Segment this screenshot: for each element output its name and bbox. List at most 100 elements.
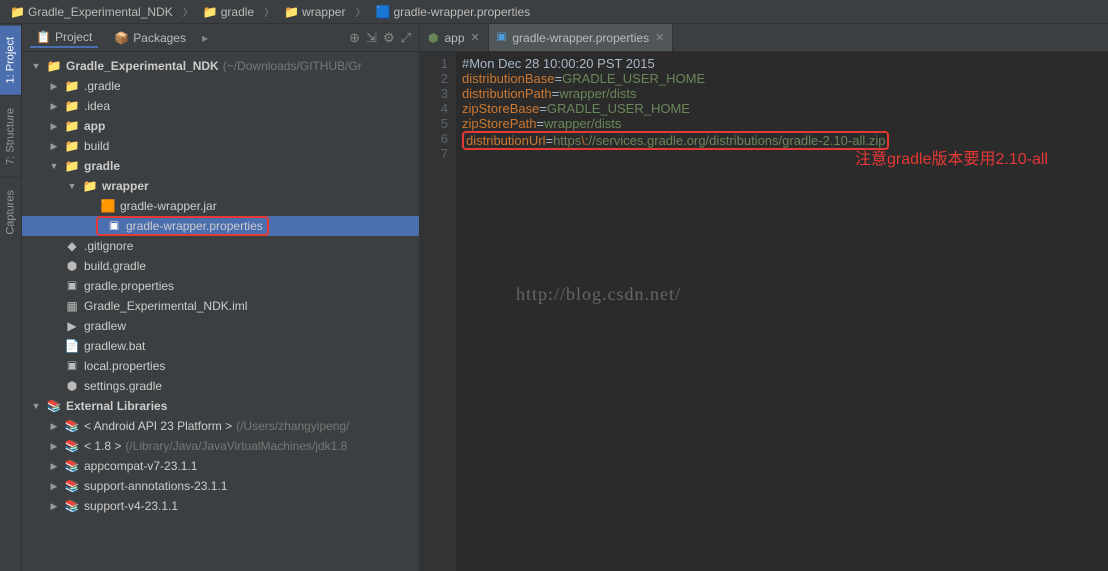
breadcrumb-item-gradle[interactable]: 📁 gradle — [197, 3, 260, 21]
tree-node[interactable]: 🟧gradle-wrapper.jar — [22, 196, 419, 216]
tree-node[interactable]: ⬢build.gradle — [22, 256, 419, 276]
tree-label: External Libraries — [66, 399, 167, 413]
tree-node[interactable]: 🞕gradle-wrapper.properties — [22, 216, 419, 236]
code-line[interactable]: distributionPath=wrapper/dists — [462, 86, 1102, 101]
folder-icon: 📁 — [64, 98, 80, 114]
tree-node[interactable]: ▶📚support-annotations-23.1.1 — [22, 476, 419, 496]
tree-node[interactable]: ▦Gradle_Experimental_NDK.iml — [22, 296, 419, 316]
expand-arrow-icon[interactable]: ▼ — [66, 181, 78, 191]
panel-tab-project[interactable]: 📋 Project — [30, 28, 98, 48]
tree-node[interactable]: ▶📚< Android API 23 Platform >(/Users/zha… — [22, 416, 419, 436]
tree-label: build.gradle — [84, 259, 146, 273]
tree-label: appcompat-v7-23.1.1 — [84, 459, 197, 473]
tree-node[interactable]: ▶📁app — [22, 116, 419, 136]
expand-arrow-icon[interactable]: ▶ — [48, 441, 60, 452]
panel-tab-packages[interactable]: 📦 Packages — [108, 29, 192, 47]
tree-node[interactable]: 🞕local.properties — [22, 356, 419, 376]
tab-structure[interactable]: 7: Structure — [0, 95, 21, 177]
tab-captures[interactable]: Captures — [0, 177, 21, 247]
expand-arrow-icon[interactable]: ▶ — [48, 461, 60, 472]
tree-label: wrapper — [102, 179, 149, 193]
tree-node[interactable]: ▶📚< 1.8 >(/Library/Java/JavaVirtualMachi… — [22, 436, 419, 456]
folder-icon: 📁 — [64, 158, 80, 174]
tree-label: gradlew.bat — [84, 339, 145, 353]
tree-label: settings.gradle — [84, 379, 162, 393]
tree-node[interactable]: 🞕gradle.properties — [22, 276, 419, 296]
collapse-icon[interactable]: ⇲ — [366, 30, 377, 46]
annotation-text: 注意gradle版本要用2.10-all — [855, 152, 1048, 167]
lib-icon: 📚 — [64, 478, 80, 494]
tree-label: gradle — [84, 159, 120, 173]
expand-arrow-icon[interactable]: ▼ — [30, 401, 42, 411]
tree-label: local.properties — [84, 359, 165, 373]
breadcrumb-item-wrapper[interactable]: 📁 wrapper — [278, 3, 351, 21]
tool-window-bar: 1: Project 7: Structure Captures — [0, 24, 22, 571]
tree-label: .gradle — [84, 79, 121, 93]
expand-arrow-icon[interactable]: ▶ — [48, 501, 60, 512]
close-icon[interactable]: ✕ — [471, 31, 480, 44]
panel-header: 📋 Project 📦 Packages ▸ ⊕ ⇲ ⚙ ⤢ — [22, 24, 419, 52]
editor-tab-wrapper-props[interactable]: 🞕 gradle-wrapper.properties ✕ — [489, 24, 674, 51]
hide-icon[interactable]: ⤢ — [401, 30, 411, 46]
gear-icon[interactable]: ⚙ — [383, 30, 395, 46]
tree-node[interactable]: ◆.gitignore — [22, 236, 419, 256]
gradle-icon: ⬢ — [428, 31, 438, 45]
code-line[interactable]: distributionUrl=https\://services.gradle… — [462, 131, 1102, 150]
chevron-right-icon: 〉 — [264, 4, 274, 19]
code-editor[interactable]: 1234567 #Mon Dec 28 10:00:20 PST 2015dis… — [420, 52, 1108, 571]
tree-node[interactable]: ▶ 📁 .gradle — [22, 76, 419, 96]
target-icon[interactable]: ⊕ — [349, 30, 360, 46]
code-line[interactable]: zipStoreBase=GRADLE_USER_HOME — [462, 101, 1102, 116]
tree-node[interactable]: ▶📁build — [22, 136, 419, 156]
properties-icon: 🞕 — [497, 30, 507, 45]
tree-node[interactable]: ▶gradlew — [22, 316, 419, 336]
tree-node[interactable]: ▼📁wrapper — [22, 176, 419, 196]
lib-icon: 📚 — [64, 498, 80, 514]
tree-hint: (/Users/zhangyipeng/ — [236, 419, 349, 433]
expand-arrow-icon[interactable]: ▶ — [48, 81, 60, 92]
chevron-right-icon: 〉 — [355, 4, 365, 19]
git-icon: ◆ — [64, 238, 80, 254]
tree-node[interactable]: ▶ 📚 appcompat-v7-23.1.1 — [22, 456, 419, 476]
code-line[interactable]: distributionBase=GRADLE_USER_HOME — [462, 71, 1102, 86]
expand-arrow-icon[interactable]: ▶ — [48, 481, 60, 492]
tree-label: < Android API 23 Platform > — [84, 419, 232, 433]
tree-node[interactable]: ▼ 📁 gradle — [22, 156, 419, 176]
watermark-text: http://blog.csdn.net/ — [516, 287, 681, 302]
code-line[interactable]: zipStorePath=wrapper/dists — [462, 116, 1102, 131]
chevron-right-icon[interactable]: ▸ — [202, 31, 208, 45]
properties-icon: 🟦 — [375, 5, 389, 19]
editor-tab-app[interactable]: ⬢ app ✕ — [420, 24, 489, 51]
tree-node[interactable]: ▶📁.idea — [22, 96, 419, 116]
jar-icon: 🟧 — [100, 198, 116, 214]
lib-icon: 📚 — [64, 458, 80, 474]
expand-arrow-icon[interactable]: ▼ — [48, 161, 60, 171]
project-tree[interactable]: ▼📁Gradle_Experimental_NDK(~/Downloads/GI… — [22, 52, 419, 571]
lib-icon: 📚 — [64, 438, 80, 454]
tree-node[interactable]: ▶ 📚 support-v4-23.1.1 — [22, 496, 419, 516]
expand-arrow-icon[interactable]: ▼ — [30, 61, 42, 71]
expand-arrow-icon[interactable]: ▶ — [48, 421, 60, 432]
code-line[interactable]: #Mon Dec 28 10:00:20 PST 2015 — [462, 56, 1102, 71]
expand-arrow-icon[interactable]: ▶ — [48, 101, 60, 112]
folder-icon: 📁 — [46, 58, 62, 74]
code-content[interactable]: #Mon Dec 28 10:00:20 PST 2015distributio… — [456, 52, 1108, 571]
tree-label: < 1.8 > — [84, 439, 121, 453]
breadcrumb-item-file[interactable]: 🟦 gradle-wrapper.properties — [369, 3, 536, 21]
properties-icon: 🞕 — [106, 218, 122, 234]
tree-node[interactable]: 📄gradlew.bat — [22, 336, 419, 356]
folder-icon: 📁 — [64, 78, 80, 94]
close-icon[interactable]: ✕ — [655, 31, 664, 44]
folder-icon: 📁 — [64, 118, 80, 134]
tree-node[interactable]: ▼📚External Libraries — [22, 396, 419, 416]
tree-node[interactable]: ⬢settings.gradle — [22, 376, 419, 396]
iml-icon: ▦ — [64, 298, 80, 314]
tree-label: support-v4-23.1.1 — [84, 499, 178, 513]
expand-arrow-icon[interactable]: ▶ — [48, 141, 60, 152]
breadcrumb-item-root[interactable]: 📁 Gradle_Experimental_NDK — [4, 3, 179, 21]
folder-icon: 📁 — [284, 5, 298, 19]
tab-project[interactable]: 1: Project — [0, 24, 21, 95]
expand-arrow-icon[interactable]: ▶ — [48, 121, 60, 132]
tree-node[interactable]: ▼📁Gradle_Experimental_NDK(~/Downloads/GI… — [22, 56, 419, 76]
breadcrumb: 📁 Gradle_Experimental_NDK 〉 📁 gradle 〉 📁… — [0, 0, 1108, 24]
